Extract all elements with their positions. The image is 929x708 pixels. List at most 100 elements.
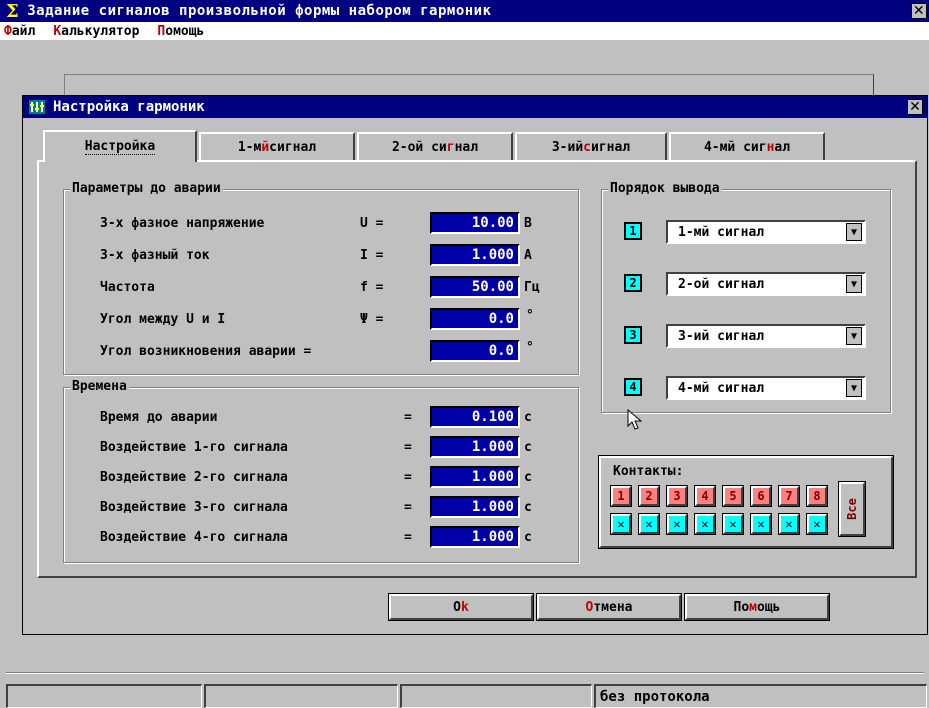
dialog-title-bar: Настройка гармоник ✕ bbox=[23, 96, 927, 118]
group-title: Времена bbox=[70, 379, 129, 394]
fault-angle-input[interactable]: 0.0 bbox=[430, 340, 520, 362]
equals-sign: = bbox=[404, 470, 412, 485]
voltage-label: 3-х фазное напряжение bbox=[100, 216, 265, 231]
equals-sign: = bbox=[404, 500, 412, 515]
angle-ui-symbol: Ψ = bbox=[360, 312, 384, 327]
current-symbol: I = bbox=[360, 248, 384, 263]
close-icon: ✕ bbox=[909, 99, 921, 115]
group-title: Параметры до аварии bbox=[70, 181, 223, 196]
settings-tab-panel: Параметры до аварии 3-х фазное напряжени… bbox=[37, 160, 917, 578]
menu-calculator[interactable]: Калькулятор bbox=[53, 24, 139, 39]
cancel-button[interactable]: Отмена bbox=[536, 593, 682, 621]
time-unit: с bbox=[524, 440, 532, 455]
contact-button-8[interactable]: 8 bbox=[806, 485, 828, 507]
pre-fault-params-group: Параметры до аварии 3-х фазное напряжени… bbox=[63, 181, 579, 375]
tab-settings[interactable]: Настройка bbox=[43, 130, 197, 162]
times-group: Времена Время до аварии = 0.100 с Воздей… bbox=[63, 379, 579, 563]
harmonics-settings-dialog: Настройка гармоник ✕ Настройка 1-м й сигн… bbox=[22, 95, 928, 635]
status-cell-1 bbox=[6, 684, 202, 708]
voltage-symbol: U = bbox=[360, 216, 384, 231]
order-index-4: 4 bbox=[624, 378, 642, 396]
time-before-fault-label: Время до аварии bbox=[100, 410, 218, 425]
tab-signal-3[interactable]: 3-ий с игнал bbox=[515, 132, 667, 160]
dropdown-arrow-icon[interactable]: ▼ bbox=[846, 223, 862, 241]
contact-toggle-8[interactable]: ✕ bbox=[806, 513, 828, 535]
contacts-title: Контакты: bbox=[613, 464, 684, 479]
equals-sign: = bbox=[404, 410, 412, 425]
main-window-title: Задание сигналов произвольной формы набо… bbox=[27, 3, 492, 19]
contact-button-7[interactable]: 7 bbox=[778, 485, 800, 507]
frequency-symbol: f = bbox=[360, 280, 384, 295]
signal-1-duration-label: Воздействие 1-го сигнала bbox=[100, 440, 288, 455]
app-sigma-icon: Σ bbox=[6, 0, 20, 22]
status-cell-2 bbox=[204, 684, 398, 708]
contact-toggle-6[interactable]: ✕ bbox=[750, 513, 772, 535]
contact-toggle-2[interactable]: ✕ bbox=[638, 513, 660, 535]
time-before-fault-input[interactable]: 0.100 bbox=[430, 406, 520, 428]
signal-4-duration-label: Воздействие 4-го сигнала bbox=[100, 530, 288, 545]
contact-toggle-7[interactable]: ✕ bbox=[778, 513, 800, 535]
contact-button-3[interactable]: 3 bbox=[666, 485, 688, 507]
time-unit: с bbox=[524, 500, 532, 515]
signal-1-duration-input[interactable]: 1.000 bbox=[430, 436, 520, 458]
status-bar: без протокола bbox=[0, 684, 929, 708]
close-icon: ✕ bbox=[912, 3, 926, 19]
main-close-button[interactable]: ✕ bbox=[911, 3, 927, 19]
equalizer-icon bbox=[29, 100, 45, 114]
select-all-contacts-button[interactable]: Все bbox=[838, 481, 866, 537]
signal-4-duration-input[interactable]: 1.000 bbox=[430, 526, 520, 548]
frequency-label: Частота bbox=[100, 280, 155, 295]
tab-signal-1[interactable]: 1-м й сигнал bbox=[199, 132, 355, 160]
signal-2-duration-label: Воздействие 2-го сигнала bbox=[100, 470, 288, 485]
tab-signal-4[interactable]: 4-мй сиг н ал bbox=[669, 132, 825, 160]
equals-sign: = bbox=[404, 440, 412, 455]
current-unit: А bbox=[524, 248, 532, 263]
signal-3-duration-input[interactable]: 1.000 bbox=[430, 496, 520, 518]
menu-help[interactable]: Помощь bbox=[157, 24, 204, 39]
voltage-input[interactable]: 10.00 bbox=[430, 212, 520, 234]
contact-toggle-5[interactable]: ✕ bbox=[722, 513, 744, 535]
equals-sign: = bbox=[404, 530, 412, 545]
contact-button-2[interactable]: 2 bbox=[638, 485, 660, 507]
angle-ui-input[interactable]: 0.0 bbox=[430, 308, 520, 330]
tab-signal-2[interactable]: 2-ой си г нал bbox=[357, 132, 513, 160]
current-input[interactable]: 1.000 bbox=[430, 244, 520, 266]
dialog-close-button[interactable]: ✕ bbox=[907, 99, 923, 115]
main-content-bottom-line bbox=[6, 672, 924, 674]
signal-2-duration-input[interactable]: 1.000 bbox=[430, 466, 520, 488]
signal-3-duration-label: Воздействие 3-го сигнала bbox=[100, 500, 288, 515]
order-index-1: 1 bbox=[624, 222, 642, 240]
contact-toggle-1[interactable]: ✕ bbox=[610, 513, 632, 535]
contact-button-1[interactable]: 1 bbox=[610, 485, 632, 507]
dropdown-arrow-icon[interactable]: ▼ bbox=[846, 327, 862, 345]
frequency-unit: Гц bbox=[524, 280, 540, 295]
contact-button-4[interactable]: 4 bbox=[694, 485, 716, 507]
angle-ui-unit: ° bbox=[526, 308, 534, 323]
time-unit: с bbox=[524, 410, 532, 425]
time-unit: с bbox=[524, 470, 532, 485]
protocol-status: без протокола bbox=[594, 684, 927, 708]
dropdown-arrow-icon[interactable]: ▼ bbox=[846, 275, 862, 293]
contact-toggle-4[interactable]: ✕ bbox=[694, 513, 716, 535]
angle-ui-label: Угол между U и I bbox=[100, 312, 226, 327]
fault-angle-unit: ° bbox=[526, 340, 534, 355]
dialog-title: Настройка гармоник bbox=[53, 99, 205, 115]
order-select-1[interactable]: 1-мй сигнал ▼ bbox=[666, 220, 866, 244]
ok-button[interactable]: Ok bbox=[388, 593, 534, 621]
order-select-2[interactable]: 2-ой сигнал ▼ bbox=[666, 272, 866, 296]
status-cell-3 bbox=[400, 684, 592, 708]
voltage-unit: В bbox=[524, 216, 532, 231]
frequency-input[interactable]: 50.00 bbox=[430, 276, 520, 298]
dropdown-arrow-icon[interactable]: ▼ bbox=[846, 379, 862, 397]
order-select-3[interactable]: 3-ий сигнал ▼ bbox=[666, 324, 866, 348]
menu-file[interactable]: Файл bbox=[4, 24, 35, 39]
contact-toggle-3[interactable]: ✕ bbox=[666, 513, 688, 535]
contacts-panel: Контакты: 1 2 3 4 5 6 7 8 ✕ ✕ ✕ ✕ ✕ ✕ ✕ … bbox=[598, 455, 894, 549]
contact-button-6[interactable]: 6 bbox=[750, 485, 772, 507]
order-index-3: 3 bbox=[624, 326, 642, 344]
time-unit: с bbox=[524, 530, 532, 545]
help-button[interactable]: По м ощь bbox=[684, 593, 830, 621]
menu-bar: Файл Калькулятор Помощь bbox=[0, 22, 929, 40]
order-select-4[interactable]: 4-мй сигнал ▼ bbox=[666, 376, 866, 400]
contact-button-5[interactable]: 5 bbox=[722, 485, 744, 507]
